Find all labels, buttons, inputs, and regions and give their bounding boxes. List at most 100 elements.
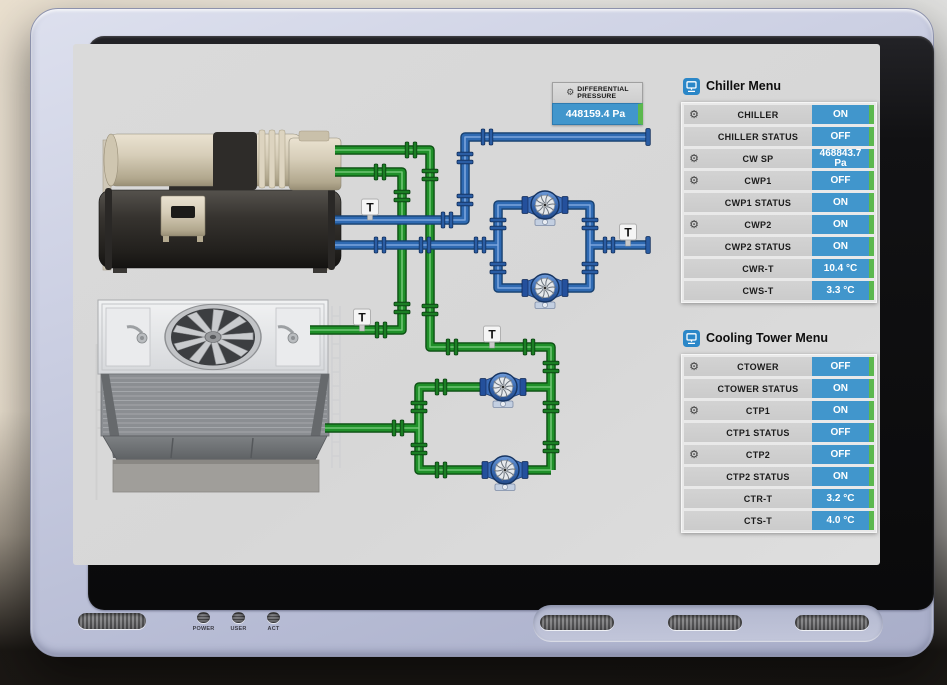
menu-row: ⚙CHILLERON — [684, 105, 874, 124]
cooling-tower-menu: Cooling Tower Menu ⚙CTOWEROFF⚙CTOWER STA… — [681, 326, 877, 533]
menu-row: ⚙CHILLER STATUSOFF — [684, 127, 874, 146]
hmi-screen: T T T T ⚙ DIFFERENTIAL — [73, 44, 880, 565]
menu-row: ⚙CWP2ON — [684, 215, 874, 234]
act-led-label: ACT — [268, 626, 280, 632]
gear-icon[interactable]: ⚙ — [684, 405, 704, 416]
user-led-icon — [232, 612, 245, 623]
row-label: CW SP — [704, 154, 812, 164]
cooling-tower-image — [97, 300, 341, 500]
menu-row: ⚙CWP1 STATUSON — [684, 193, 874, 212]
chiller-image — [99, 130, 341, 273]
chiller-menu: Chiller Menu ⚙CHILLERON⚙CHILLER STATUSOF… — [681, 74, 877, 303]
cooling-tower-menu-title: Cooling Tower Menu — [706, 331, 828, 345]
menu-row: ⚙CTR-T3.2 °C — [684, 489, 874, 508]
power-led-item: POWER — [192, 612, 215, 632]
indicator-led-group: POWER USER ACT — [192, 612, 285, 632]
value-button[interactable]: 4.0 °C — [812, 511, 874, 530]
value-button[interactable]: OFF — [812, 445, 874, 464]
row-label: CTP2 — [704, 450, 812, 460]
photo-backdrop: T T T T ⚙ DIFFERENTIAL — [0, 0, 947, 685]
menu-row: ⚙CTOWEROFF — [684, 357, 874, 376]
row-label: CTP2 STATUS — [704, 472, 812, 482]
gear-icon[interactable]: ⚙ — [566, 89, 574, 98]
gear-icon[interactable]: ⚙ — [684, 219, 704, 230]
chiller-menu-header: Chiller Menu — [681, 74, 877, 98]
value-button[interactable]: OFF — [812, 357, 874, 376]
value-button[interactable]: 3.3 °C — [812, 281, 874, 300]
differential-pressure-value: 448159.4 Pa — [552, 103, 643, 125]
menu-row: ⚙CTP1 STATUSOFF — [684, 423, 874, 442]
row-label: CWP1 — [704, 176, 812, 186]
row-label: CTOWER — [704, 362, 812, 372]
value-button[interactable]: ON — [812, 215, 874, 234]
differential-pressure-header: ⚙ DIFFERENTIAL PRESSURE — [552, 82, 643, 103]
menu-row: ⚙CWS-T3.3 °C — [684, 281, 874, 300]
row-label: CTR-T — [704, 494, 812, 504]
value-button[interactable]: ON — [812, 237, 874, 256]
fan-icon — [165, 304, 261, 369]
menu-row: ⚙CWR-T10.4 °C — [684, 259, 874, 278]
gear-icon[interactable]: ⚙ — [684, 175, 704, 186]
menu-row: ⚙CTOWER STATUSON — [684, 379, 874, 398]
value-button[interactable]: ON — [812, 401, 874, 420]
gear-icon[interactable]: ⚙ — [684, 361, 704, 372]
row-label: CTS-T — [704, 516, 812, 526]
user-led-label: USER — [230, 626, 246, 632]
row-label: CWS-T — [704, 286, 812, 296]
svg-text:T: T — [488, 328, 496, 342]
menu-row: ⚙CTP2OFF — [684, 445, 874, 464]
vent-grille — [668, 615, 742, 630]
gear-icon[interactable]: ⚙ — [684, 153, 704, 164]
value-button[interactable]: 468843.7 Pa — [812, 149, 874, 168]
differential-pressure-widget: ⚙ DIFFERENTIAL PRESSURE 448159.4 Pa — [552, 82, 643, 125]
power-led-label: POWER — [193, 626, 215, 632]
vent-grille — [540, 615, 614, 630]
condenser-water-pipes — [310, 150, 551, 470]
user-led-item: USER — [227, 612, 250, 632]
menu-row: ⚙CWP1OFF — [684, 171, 874, 190]
pump-ct-1 — [480, 373, 526, 408]
menu-row: ⚙CTP1ON — [684, 401, 874, 420]
act-led-item: ACT — [262, 612, 285, 632]
value-button[interactable]: ON — [812, 467, 874, 486]
chiller-menu-table: ⚙CHILLERON⚙CHILLER STATUSOFF⚙CW SP468843… — [681, 102, 877, 303]
row-label: CWP2 — [704, 220, 812, 230]
row-label: CWP2 STATUS — [704, 242, 812, 252]
value-button[interactable]: ON — [812, 105, 874, 124]
hmi-monitor-icon — [683, 78, 700, 95]
vent-recess — [533, 605, 883, 642]
dp-title-line2: PRESSURE — [577, 93, 629, 100]
row-label: CTOWER STATUS — [704, 384, 812, 394]
cooling-tower-menu-header: Cooling Tower Menu — [681, 326, 877, 350]
svg-text:T: T — [624, 226, 632, 240]
gear-icon[interactable]: ⚙ — [684, 449, 704, 460]
speaker-grille — [78, 613, 146, 629]
row-label: CWR-T — [704, 264, 812, 274]
row-label: CHILLER STATUS — [704, 132, 812, 142]
act-led-icon — [267, 612, 280, 623]
value-button[interactable]: OFF — [812, 171, 874, 190]
pump-cw-2 — [522, 274, 568, 309]
menu-row: ⚙CW SP468843.7 Pa — [684, 149, 874, 168]
row-label: CWP1 STATUS — [704, 198, 812, 208]
hmi-monitor-icon — [683, 330, 700, 347]
pump-ct-2 — [482, 456, 528, 491]
svg-text:T: T — [366, 201, 374, 215]
chiller-menu-title: Chiller Menu — [706, 79, 781, 93]
value-button[interactable]: ON — [812, 193, 874, 212]
value-button[interactable]: 3.2 °C — [812, 489, 874, 508]
cooling-tower-menu-table: ⚙CTOWEROFF⚙CTOWER STATUSON⚙CTP1ON⚙CTP1 S… — [681, 354, 877, 533]
menu-row: ⚙CWP2 STATUSON — [684, 237, 874, 256]
value-button[interactable]: ON — [812, 379, 874, 398]
value-button[interactable]: OFF — [812, 127, 874, 146]
vent-grille — [795, 615, 869, 630]
power-led-icon — [197, 612, 210, 623]
menu-row: ⚙CTP2 STATUSON — [684, 467, 874, 486]
menu-row: ⚙CTS-T4.0 °C — [684, 511, 874, 530]
value-button[interactable]: 10.4 °C — [812, 259, 874, 278]
value-button[interactable]: OFF — [812, 423, 874, 442]
dp-title-line1: DIFFERENTIAL — [577, 86, 629, 93]
pump-cw-1 — [522, 191, 568, 226]
gear-icon[interactable]: ⚙ — [684, 109, 704, 120]
svg-text:T: T — [358, 311, 366, 325]
